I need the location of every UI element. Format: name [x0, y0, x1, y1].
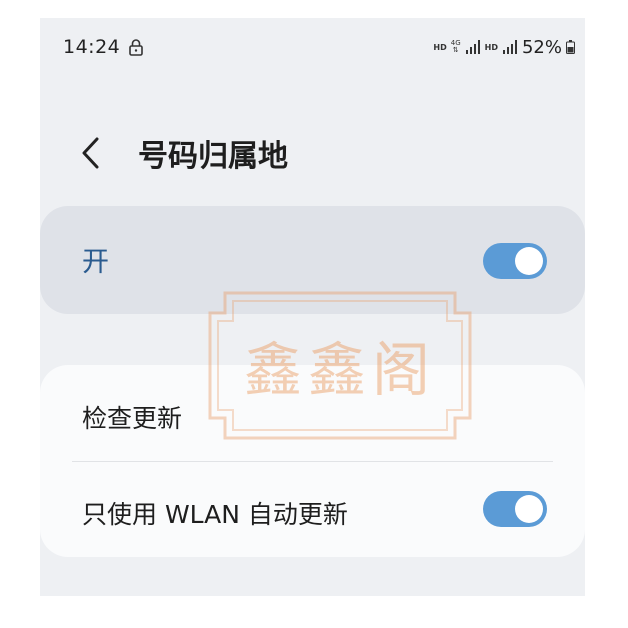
lock-icon	[129, 39, 143, 56]
network-type-icon: 4G ⇅	[451, 40, 461, 54]
check-update-label: 检查更新	[82, 404, 183, 433]
signal-icon	[465, 40, 480, 54]
battery-percent: 52%	[521, 36, 562, 58]
wlan-auto-update-toggle[interactable]	[483, 491, 547, 527]
back-arrow-icon[interactable]	[78, 135, 104, 171]
master-switch-label: 开	[82, 247, 109, 278]
wlan-auto-update-item[interactable]: 只使用 WLAN 自动更新	[40, 461, 585, 557]
page-title: 号码归属地	[138, 139, 288, 174]
toggle-knob	[515, 247, 543, 275]
hd-icon-2: HD	[484, 42, 498, 52]
toggle-knob	[515, 495, 543, 523]
app-header: 号码归属地	[40, 118, 585, 188]
wlan-auto-update-label: 只使用 WLAN 自动更新	[82, 500, 348, 529]
settings-list-card: 检查更新 只使用 WLAN 自动更新	[40, 365, 585, 557]
status-time: 14:24	[63, 36, 121, 58]
hd-icon: HD	[433, 42, 447, 52]
master-toggle[interactable]	[483, 243, 547, 279]
check-update-item[interactable]: 检查更新	[40, 365, 585, 461]
data-arrows-icon: ⇅	[452, 46, 459, 54]
phone-screen: 14:24 HD 4G ⇅ HD 52% 号码归属地 开 检查更新 只使用 WL…	[40, 18, 585, 596]
battery-icon	[566, 40, 575, 54]
status-bar: 14:24 HD 4G ⇅ HD 52%	[40, 18, 585, 76]
status-icons: HD 4G ⇅ HD 52%	[433, 36, 575, 58]
signal-icon-2	[502, 40, 517, 54]
master-switch-card[interactable]: 开	[40, 206, 585, 314]
